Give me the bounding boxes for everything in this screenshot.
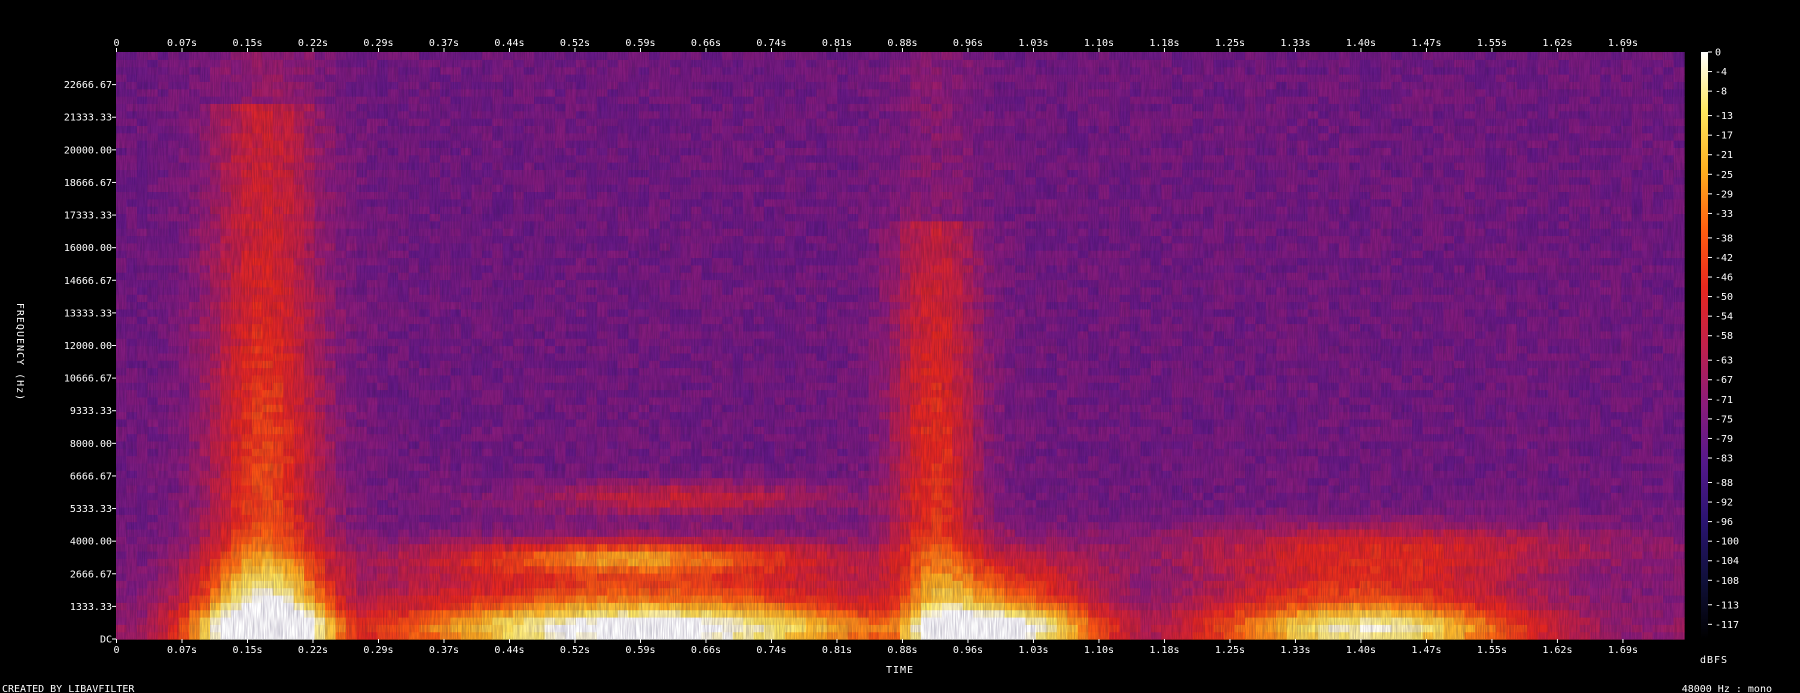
spectrogram-plot-area — [116, 52, 1685, 640]
spectrogram-chart: 0 0.07s 0.15s 0.22s 0.29s 0.37s 0.44s 0.52s 0.59… — [0, 0, 1800, 693]
